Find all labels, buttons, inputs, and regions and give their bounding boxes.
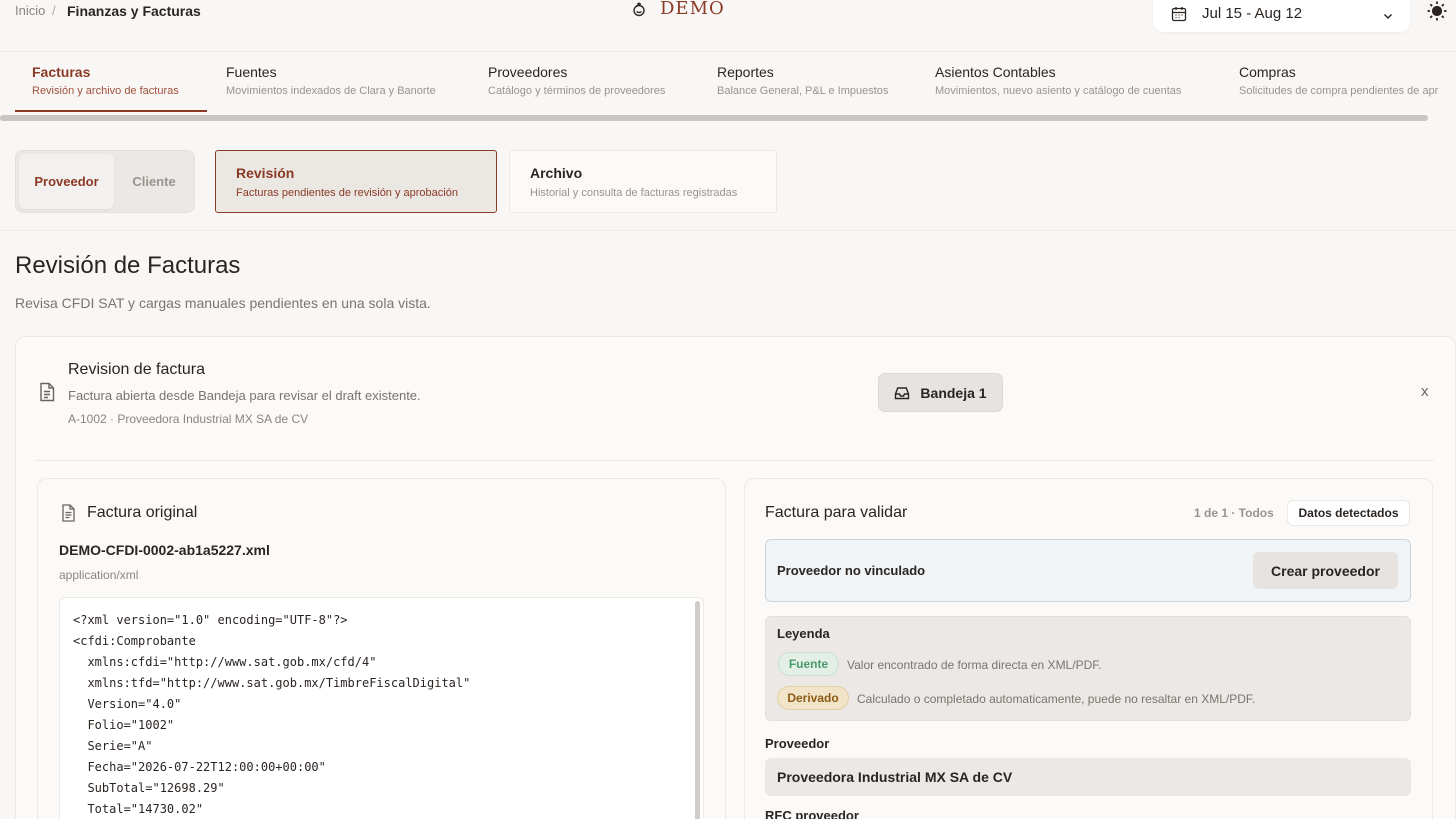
tab-title: Facturas <box>32 64 91 80</box>
segment-proveedor[interactable]: Proveedor <box>19 154 114 209</box>
review-title: Revision de factura <box>68 361 205 378</box>
proveedor-field[interactable]: Proveedora Industrial MX SA de CV <box>765 758 1411 796</box>
xml-viewer[interactable]: <?xml version="1.0" encoding="UTF-8"?> <… <box>59 597 704 819</box>
tab-fuentes[interactable]: Fuentes Movimientos indexados de Clara y… <box>226 64 436 112</box>
date-range-label: Jul 15 - Aug 12 <box>1202 5 1303 22</box>
chevron-down-icon <box>1383 13 1393 20</box>
file-icon <box>62 504 75 522</box>
bandeja-button[interactable]: Bandeja 1 <box>878 373 1003 412</box>
tab-proveedores[interactable]: Proveedores Catálogo y términos de prove… <box>488 64 665 112</box>
sun-icon[interactable] <box>1426 0 1448 22</box>
mode-subtitle: Facturas pendientes de revisión y aproba… <box>236 187 458 199</box>
tab-subtitle: Catálogo y términos de proveedores <box>488 85 666 97</box>
divider <box>0 230 1456 231</box>
fuente-description: Valor encontrado de forma directa en XML… <box>847 658 1102 672</box>
tab-facturas[interactable]: Facturas Revisión y archivo de facturas <box>32 64 179 112</box>
inbox-icon <box>895 386 910 399</box>
document-icon <box>40 382 55 402</box>
fuente-badge: Fuente <box>778 652 839 676</box>
file-name: DEMO-CFDI-0002-ab1a5227.xml <box>59 542 270 558</box>
brand-name: DEMO <box>660 0 725 19</box>
tab-subtitle: Revisión y archivo de facturas <box>32 85 179 97</box>
review-meta: A-1002 · Proveedora Industrial MX SA de … <box>68 412 309 426</box>
proveedor-label: Proveedor <box>765 736 830 751</box>
party-segment-control: Proveedor Cliente <box>15 150 195 213</box>
active-tab-indicator <box>15 110 207 112</box>
breadcrumb-home[interactable]: Inicio <box>15 3 45 18</box>
xml-viewer-scrollbar[interactable] <box>695 601 700 819</box>
mode-title: Revisión <box>236 165 295 181</box>
breadcrumb-current: Finanzas y Facturas <box>67 3 201 19</box>
tab-title: Compras <box>1239 64 1296 80</box>
tab-title: Proveedores <box>488 64 568 80</box>
mode-title: Archivo <box>530 165 583 181</box>
file-mime-type: application/xml <box>59 568 139 582</box>
mode-revision[interactable]: Revisión Facturas pendientes de revisión… <box>215 150 497 213</box>
tab-subtitle: Balance General, P&L e Impuestos <box>717 85 889 97</box>
rfc-proveedor-label: RFC proveedor <box>765 808 859 819</box>
provider-status-text: Proveedor no vinculado <box>777 563 926 578</box>
page-title: Revisión de Facturas <box>15 252 241 279</box>
divider <box>36 460 1434 461</box>
brand-logo-icon <box>633 2 645 17</box>
validate-title: Factura para validar <box>765 504 908 521</box>
tab-title: Asientos Contables <box>935 64 1056 80</box>
segment-cliente[interactable]: Cliente <box>116 154 192 209</box>
tab-subtitle: Solicitudes de compra pendientes de apr <box>1239 85 1439 97</box>
detected-data-chip[interactable]: Datos detectados <box>1287 500 1410 526</box>
tab-compras[interactable]: Compras Solicitudes de compra pendientes… <box>1239 64 1456 112</box>
mode-archivo[interactable]: Archivo Historial y consulta de facturas… <box>509 150 777 213</box>
bandeja-label: Bandeja 1 <box>920 384 987 401</box>
tab-title: Fuentes <box>226 64 277 80</box>
tab-reportes[interactable]: Reportes Balance General, P&L e Impuesto… <box>717 64 888 112</box>
breadcrumb-separator: / <box>52 3 56 18</box>
tab-title: Reportes <box>717 64 774 80</box>
date-range-picker[interactable]: Jul 15 - Aug 12 <box>1153 0 1410 32</box>
derivado-badge: Derivado <box>777 686 849 710</box>
legend-title: Leyenda <box>777 626 830 641</box>
review-subtitle: Factura abierta desde Bandeja para revis… <box>68 388 421 403</box>
create-provider-button[interactable]: Crear proveedor <box>1253 552 1398 589</box>
mode-subtitle: Historial y consulta de facturas registr… <box>530 187 738 199</box>
tabs-scrollbar[interactable] <box>0 115 1428 121</box>
calendar-icon <box>1171 7 1187 22</box>
derivado-description: Calculado o completado automaticamente, … <box>857 692 1256 706</box>
tab-asientos-contables[interactable]: Asientos Contables Movimientos, nuevo as… <box>935 64 1181 112</box>
tab-subtitle: Movimientos, nuevo asiento y catálogo de… <box>935 85 1182 97</box>
validate-count: 1 de 1 · Todos <box>1194 506 1274 520</box>
original-invoice-title: Factura original <box>87 504 198 521</box>
page-subtitle: Revisa CFDI SAT y cargas manuales pendie… <box>15 295 431 311</box>
tab-subtitle: Movimientos indexados de Clara y Banorte <box>226 85 436 97</box>
close-button[interactable]: x <box>1421 383 1429 400</box>
